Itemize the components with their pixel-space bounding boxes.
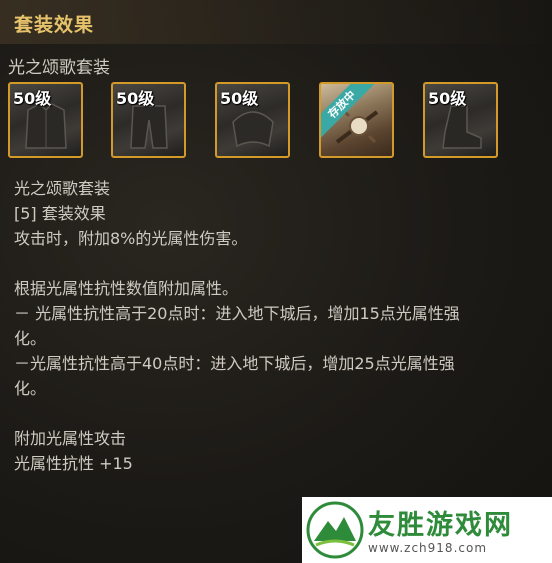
watermark-name: 友胜游戏网 bbox=[368, 510, 513, 541]
desc-tier1-cont: 化。 bbox=[14, 329, 47, 348]
set-item-slot[interactable]: 50级 bbox=[215, 82, 290, 158]
desc-tier2-cont: 化。 bbox=[14, 379, 47, 398]
armor-pants-icon bbox=[130, 105, 168, 149]
desc-tier2-line: －光属性抗性高于40点时：进入地下城后，增加25点光属性强 bbox=[14, 354, 455, 373]
item-level-label: 50级 bbox=[220, 89, 259, 108]
item-level-label: 50级 bbox=[428, 89, 467, 108]
item-level-label: 50级 bbox=[116, 89, 155, 108]
site-watermark: 友胜游戏网 www.zch918.com bbox=[302, 497, 552, 563]
set-description: 光之颂歌套装 [5] 套装效果 攻击时，附加8%的光属性伤害。 根据光属性抗性数… bbox=[14, 176, 550, 476]
armor-shoulder-icon bbox=[232, 111, 274, 148]
tooltip-title: 套装效果 bbox=[14, 14, 95, 36]
item-level-label: 50级 bbox=[13, 89, 52, 108]
desc-bonus-resist: 光属性抗性 +15 bbox=[14, 454, 133, 473]
set-item-slot[interactable]: 50级 bbox=[423, 82, 498, 158]
set-items-row: 50级 50级 50级 存放中 50级 bbox=[8, 82, 508, 162]
armor-shirt-icon bbox=[25, 103, 67, 149]
set-name: 光之颂歌套装 bbox=[8, 58, 110, 78]
desc-bonus-attack: 附加光属性攻击 bbox=[14, 429, 127, 448]
watermark-url: www.zch918.com bbox=[368, 541, 488, 555]
desc-tier1-line: － 光属性抗性高于20点时：进入地下城后，增加15点光属性强 bbox=[14, 304, 460, 323]
set-item-slot[interactable]: 50级 bbox=[8, 82, 83, 158]
set-item-slot[interactable]: 50级 bbox=[111, 82, 186, 158]
desc-effect-header: [5] 套装效果 bbox=[14, 204, 106, 223]
desc-effect-line: 攻击时，附加8%的光属性伤害。 bbox=[14, 229, 248, 248]
set-item-slot-stored[interactable]: 存放中 bbox=[319, 82, 394, 158]
set-effect-tooltip: 套装效果 光之颂歌套装 50级 50级 50级 存放中 50级 光之颂歌套装 [… bbox=[0, 0, 552, 563]
desc-resist-intro: 根据光属性抗性数值附加属性。 bbox=[14, 279, 239, 298]
mountain-logo-icon bbox=[306, 501, 364, 559]
desc-set-title: 光之颂歌套装 bbox=[14, 179, 111, 198]
armor-boots-icon bbox=[442, 105, 482, 149]
